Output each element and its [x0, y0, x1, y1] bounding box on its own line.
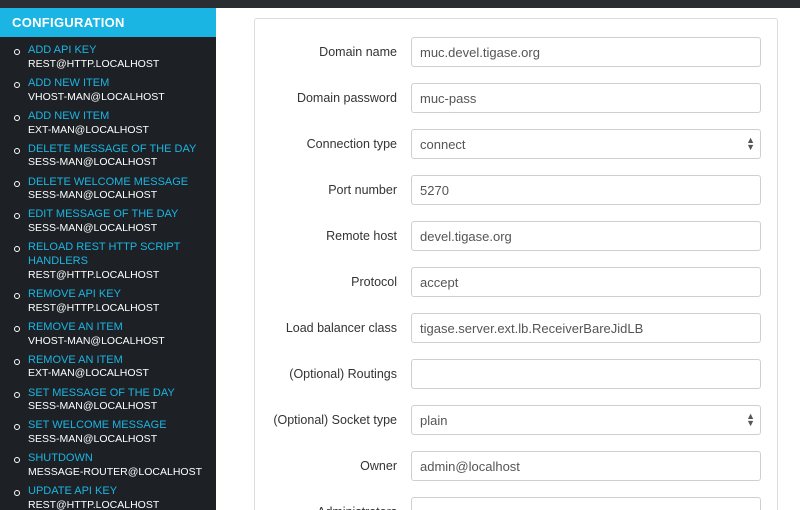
domain-name-label: Domain name: [271, 45, 411, 59]
port-number-input[interactable]: [411, 175, 761, 205]
administrators-input[interactable]: [411, 497, 761, 510]
connection-type-select[interactable]: connect: [411, 129, 761, 159]
sidebar-item[interactable]: REMOVE API KEYREST@HTTP.LOCALHOST: [0, 285, 216, 318]
sidebar-item-link[interactable]: SET WELCOME MESSAGE: [28, 419, 208, 433]
protocol-label: Protocol: [271, 275, 411, 289]
sidebar-item-link[interactable]: ADD NEW ITEM: [28, 77, 208, 91]
form-row-routings: (Optional) Routings: [271, 359, 761, 389]
sidebar-item-sub: SESS-MAN@LOCALHOST: [28, 156, 208, 169]
top-bar: [0, 0, 800, 8]
form-row-domain-name: Domain name: [271, 37, 761, 67]
sidebar-item-link[interactable]: REMOVE AN ITEM: [28, 354, 208, 368]
sidebar-item-link[interactable]: REMOVE API KEY: [28, 288, 208, 302]
sidebar-item-link[interactable]: DELETE MESSAGE OF THE DAY: [28, 143, 208, 157]
sidebar-item-link[interactable]: RELOAD REST HTTP SCRIPT HANDLERS: [28, 241, 208, 269]
sidebar-item-link[interactable]: SET MESSAGE OF THE DAY: [28, 387, 208, 401]
sidebar-item[interactable]: ADD NEW ITEMEXT-MAN@LOCALHOST: [0, 107, 216, 140]
form-row-remote-host: Remote host: [271, 221, 761, 251]
sidebar-list: ADD API KEYREST@HTTP.LOCALHOSTADD NEW IT…: [0, 37, 216, 510]
sidebar-item-sub: REST@HTTP.LOCALHOST: [28, 302, 208, 315]
load-balancer-class-input[interactable]: [411, 313, 761, 343]
sidebar-item-sub: VHOST-MAN@LOCALHOST: [28, 335, 208, 348]
sidebar-item[interactable]: REMOVE AN ITEMVHOST-MAN@LOCALHOST: [0, 318, 216, 351]
sidebar-item[interactable]: SET MESSAGE OF THE DAYSESS-MAN@LOCALHOST: [0, 384, 216, 417]
sidebar-item-sub: SESS-MAN@LOCALHOST: [28, 400, 208, 413]
sidebar-item[interactable]: ADD API KEYREST@HTTP.LOCALHOST: [0, 41, 216, 74]
sidebar-item[interactable]: DELETE WELCOME MESSAGESESS-MAN@LOCALHOST: [0, 173, 216, 206]
form-row-protocol: Protocol: [271, 267, 761, 297]
form-row-load-balancer-class: Load balancer class: [271, 313, 761, 343]
routings-input[interactable]: [411, 359, 761, 389]
port-number-label: Port number: [271, 183, 411, 197]
remote-host-input[interactable]: [411, 221, 761, 251]
sidebar-item-sub: SESS-MAN@LOCALHOST: [28, 433, 208, 446]
sidebar-item-sub: VHOST-MAN@LOCALHOST: [28, 91, 208, 104]
main-content: Domain name Domain password Connection typ…: [216, 8, 800, 510]
load-balancer-class-label: Load balancer class: [271, 321, 411, 335]
sidebar-item[interactable]: UPDATE API KEYREST@HTTP.LOCALHOST: [0, 482, 216, 510]
sidebar-item[interactable]: DELETE MESSAGE OF THE DAYSESS-MAN@LOCALH…: [0, 140, 216, 173]
form-row-port-number: Port number: [271, 175, 761, 205]
form-row-connection-type: Connection typeconnect▲▼: [271, 129, 761, 159]
protocol-input[interactable]: [411, 267, 761, 297]
socket-type-select[interactable]: plain: [411, 405, 761, 435]
connection-type-label: Connection type: [271, 137, 411, 151]
sidebar-item[interactable]: REMOVE AN ITEMEXT-MAN@LOCALHOST: [0, 351, 216, 384]
sidebar-item-link[interactable]: REMOVE AN ITEM: [28, 321, 208, 335]
sidebar-item[interactable]: ADD NEW ITEMVHOST-MAN@LOCALHOST: [0, 74, 216, 107]
socket-type-label: (Optional) Socket type: [271, 413, 411, 427]
form-row-socket-type: (Optional) Socket typeplain▲▼: [271, 405, 761, 435]
sidebar: CONFIGURATION ADD API KEYREST@HTTP.LOCAL…: [0, 8, 216, 510]
sidebar-header: CONFIGURATION: [0, 8, 216, 37]
sidebar-item-sub: SESS-MAN@LOCALHOST: [28, 189, 208, 202]
sidebar-item[interactable]: SHUTDOWNMESSAGE-ROUTER@LOCALHOST: [0, 449, 216, 482]
sidebar-item-sub: SESS-MAN@LOCALHOST: [28, 222, 208, 235]
form-row-administrators: Administrators: [271, 497, 761, 510]
form-row-domain-password: Domain password: [271, 83, 761, 113]
sidebar-item-link[interactable]: SHUTDOWN: [28, 452, 208, 466]
sidebar-item-sub: MESSAGE-ROUTER@LOCALHOST: [28, 466, 208, 479]
sidebar-item[interactable]: EDIT MESSAGE OF THE DAYSESS-MAN@LOCALHOS…: [0, 205, 216, 238]
sidebar-item-link[interactable]: UPDATE API KEY: [28, 485, 208, 499]
owner-label: Owner: [271, 459, 411, 473]
remote-host-label: Remote host: [271, 229, 411, 243]
administrators-label: Administrators: [271, 505, 411, 510]
sidebar-item-sub: REST@HTTP.LOCALHOST: [28, 58, 208, 71]
domain-name-input[interactable]: [411, 37, 761, 67]
sidebar-item-sub: EXT-MAN@LOCALHOST: [28, 124, 208, 137]
routings-label: (Optional) Routings: [271, 367, 411, 381]
sidebar-item-link[interactable]: DELETE WELCOME MESSAGE: [28, 176, 208, 190]
sidebar-item-sub: EXT-MAN@LOCALHOST: [28, 367, 208, 380]
sidebar-item-link[interactable]: ADD API KEY: [28, 44, 208, 58]
sidebar-item-link[interactable]: EDIT MESSAGE OF THE DAY: [28, 208, 208, 222]
form-panel: Domain name Domain password Connection typ…: [254, 18, 778, 510]
form-row-owner: Owner: [271, 451, 761, 481]
domain-password-label: Domain password: [271, 91, 411, 105]
sidebar-item-sub: REST@HTTP.LOCALHOST: [28, 499, 208, 510]
domain-password-input[interactable]: [411, 83, 761, 113]
owner-input[interactable]: [411, 451, 761, 481]
sidebar-item[interactable]: SET WELCOME MESSAGESESS-MAN@LOCALHOST: [0, 416, 216, 449]
sidebar-item-link[interactable]: ADD NEW ITEM: [28, 110, 208, 124]
sidebar-item[interactable]: RELOAD REST HTTP SCRIPT HANDLERSREST@HTT…: [0, 238, 216, 285]
sidebar-item-sub: REST@HTTP.LOCALHOST: [28, 269, 208, 282]
